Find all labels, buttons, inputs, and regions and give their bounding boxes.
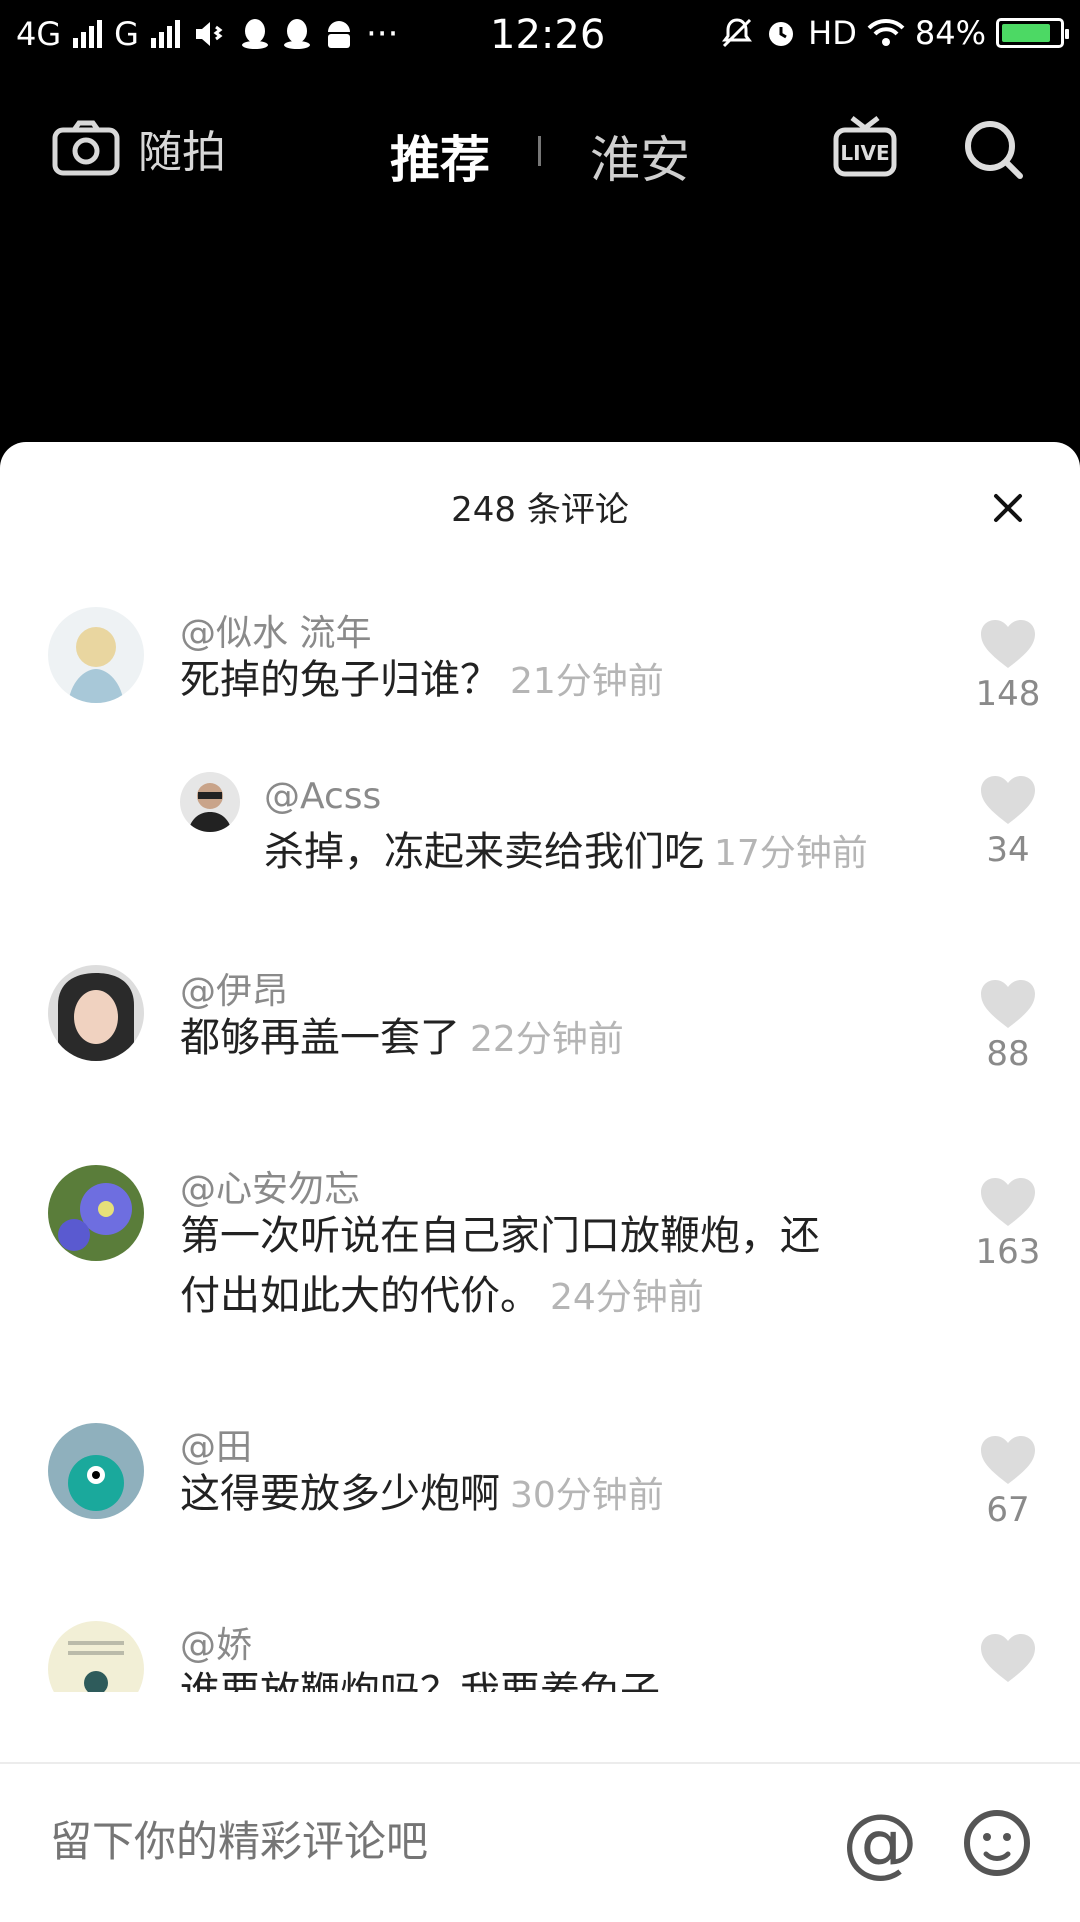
comments-list[interactable]: @似水 流年 死掉的兔子归谁？ 21分钟前 148 @Acss 杀掉，冻起来卖给我… [0, 592, 1080, 1692]
avatar[interactable] [48, 1621, 144, 1692]
live-icon: LIVE [833, 116, 897, 177]
hd-badge: HD [808, 14, 857, 52]
reply-username[interactable]: @Acss [264, 776, 381, 817]
close-icon [994, 494, 1022, 522]
like-button[interactable]: 92 [968, 1632, 1048, 1692]
comment-body: 都够再盖一套了 [180, 1015, 460, 1061]
search-button[interactable] [962, 118, 1026, 186]
like-button[interactable]: 67 [968, 1434, 1048, 1530]
like-count: 163 [975, 1232, 1041, 1272]
comment-time: 30分钟前 [510, 1475, 664, 1516]
signal-icon [73, 20, 103, 48]
comment-username[interactable]: @心安勿忘 [180, 1160, 360, 1212]
signal-icon-2 [150, 20, 180, 48]
comment-text: 第一次听说在自己家门口放鞭炮，还付出如此大的代价。 24分钟前 [180, 1206, 850, 1328]
camera-icon [52, 120, 120, 176]
comment-time: 24分钟前 [550, 1277, 704, 1318]
comments-count-title: 248 条评论 [451, 490, 629, 530]
comment-username[interactable]: @娇 [180, 1616, 252, 1668]
comment-text: 都够再盖一套了 22分钟前 [180, 1008, 850, 1070]
like-button[interactable]: 163 [968, 1176, 1048, 1272]
status-bar: 4G G ··· 12:26 HD 84% [0, 0, 1080, 76]
search-icon [965, 121, 1023, 179]
alarm-icon [769, 22, 794, 46]
like-button[interactable]: 88 [968, 978, 1048, 1074]
comment-body: 这得要放多少炮啊 [180, 1471, 500, 1517]
tab-city[interactable]: 淮安 [590, 120, 690, 192]
comment-time: 21分钟前 [510, 661, 664, 702]
like-count: 88 [986, 1034, 1030, 1074]
heart-icon [981, 776, 1035, 824]
wifi-icon [867, 18, 905, 46]
live-button[interactable]: LIVE [832, 114, 898, 184]
network-type-2: G [114, 15, 139, 53]
avatar[interactable] [48, 1423, 144, 1519]
like-button[interactable]: 148 [968, 618, 1048, 714]
vibrate-icon [195, 22, 223, 46]
comments-sheet: 248 条评论 @似水 流年 死掉的兔子归谁？ 21分钟前 148 @Acss 杀… [0, 442, 1080, 1920]
avatar[interactable] [48, 607, 144, 703]
reply-body: 杀掉，冻起来卖给我们吃 [264, 829, 704, 875]
comment-body: 死掉的兔子归谁？ [180, 657, 500, 703]
heart-icon [981, 1436, 1035, 1484]
status-time: 12:26 [490, 12, 606, 58]
avatar[interactable] [180, 772, 240, 832]
comment-username[interactable]: @似水 流年 [180, 604, 371, 656]
comment-body: 第一次听说在自己家门口放鞭炮，还付出如此大的代价。 [180, 1213, 820, 1319]
comment-username[interactable]: @田 [180, 1418, 252, 1470]
like-button[interactable]: 34 [968, 774, 1048, 870]
heart-icon [981, 620, 1035, 668]
more-icon: ··· [365, 14, 399, 54]
emoji-icon [964, 1810, 1030, 1876]
reply-time: 17分钟前 [714, 833, 868, 874]
like-count: 67 [986, 1490, 1030, 1530]
mention-button[interactable]: @ [842, 1804, 918, 1880]
mute-bell-icon [722, 18, 753, 48]
comment-input[interactable] [50, 1818, 750, 1866]
like-count: 34 [986, 830, 1030, 870]
network-type-1: 4G [16, 15, 62, 53]
comment-text: 这得要放多少炮啊 30分钟前 [180, 1464, 850, 1526]
comment-input-bar: @ [0, 1762, 1080, 1922]
battery-icon [996, 18, 1069, 48]
emoji-button[interactable] [962, 1808, 1032, 1882]
avatar[interactable] [48, 965, 144, 1061]
comment-text: 谁要放鞭炮吗？我要养兔子 [180, 1662, 850, 1692]
heart-icon [981, 1178, 1035, 1226]
comment-text: 死掉的兔子归谁？ 21分钟前 [180, 650, 850, 712]
svg-text:LIVE: LIVE [840, 141, 889, 165]
like-count: 148 [975, 674, 1041, 714]
heart-icon [981, 980, 1035, 1028]
camera-label: 随拍 [138, 127, 226, 178]
status-bar-right: HD 84% [720, 14, 1069, 52]
comment-username[interactable]: @伊昂 [180, 962, 288, 1014]
tab-divider [538, 136, 541, 166]
qq-icon [241, 19, 268, 49]
reply-text: 杀掉，冻起来卖给我们吃 17分钟前 [264, 822, 964, 884]
status-bar-left: 4G G ··· [16, 14, 398, 54]
comment-body: 谁要放鞭炮吗？我要养兔子 [180, 1669, 660, 1692]
close-button[interactable] [984, 484, 1032, 532]
top-nav: 随拍 推荐 淮安 LIVE [0, 96, 1080, 206]
battery-percent: 84% [914, 14, 986, 52]
like-count: 92 [968, 1688, 1048, 1692]
tab-recommend[interactable]: 推荐 [390, 120, 490, 192]
heart-icon [981, 1634, 1035, 1682]
comment-time: 22分钟前 [470, 1019, 624, 1060]
android-icon [327, 21, 350, 48]
camera-button[interactable]: 随拍 [52, 116, 226, 180]
qq-icon-2 [283, 19, 310, 49]
avatar[interactable] [48, 1165, 144, 1261]
